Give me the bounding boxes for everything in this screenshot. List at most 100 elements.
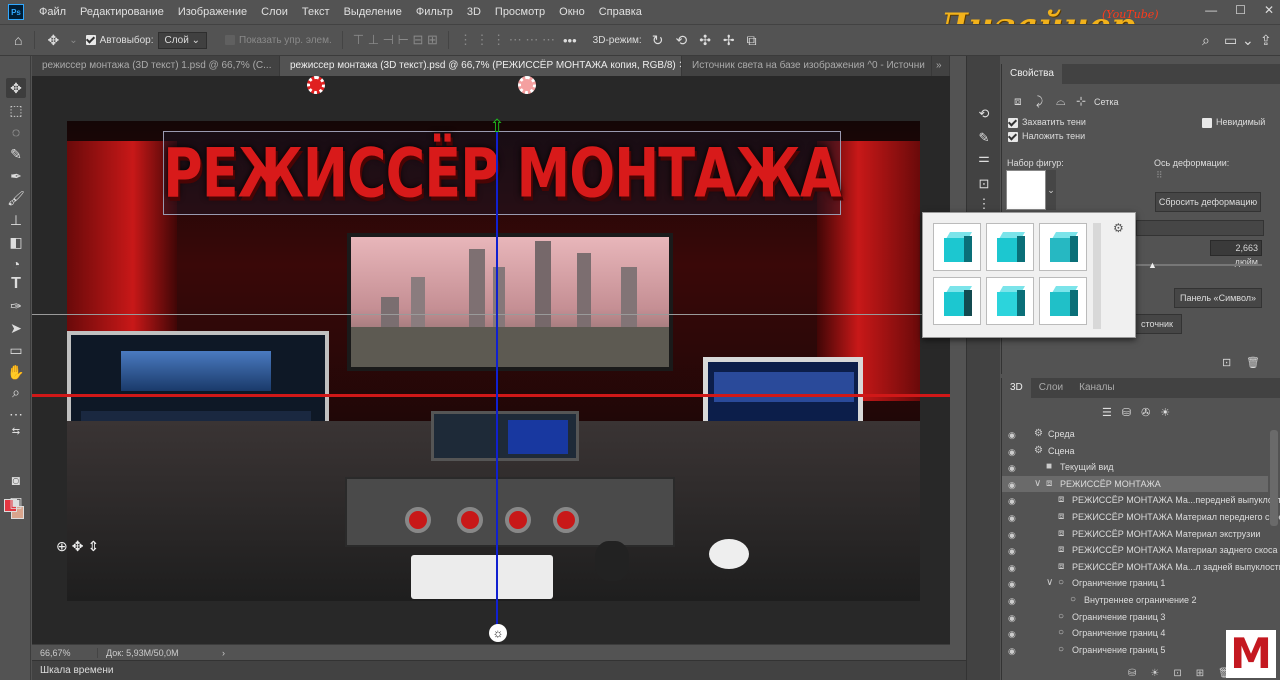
3d-camera-controls-icon[interactable]: ⊕✥⇕ xyxy=(56,538,103,555)
visibility-eye-icon[interactable]: ◉ xyxy=(1008,444,1016,460)
menu-edit[interactable]: Редактирование xyxy=(73,0,171,24)
autoselect-dropdown[interactable]: Слой ⌄ xyxy=(157,31,208,49)
zoom-tool-icon[interactable]: ⌕ xyxy=(6,382,26,402)
scrollbar[interactable] xyxy=(1270,430,1278,526)
minimize-button[interactable]: — xyxy=(1205,3,1217,17)
menu-layers[interactable]: Слои xyxy=(254,0,295,24)
scene-tree-row[interactable]: ◉ ⚙ Сцена xyxy=(1002,443,1268,459)
visibility-eye-icon[interactable]: ◉ xyxy=(1008,527,1016,543)
cast-shadows-checkbox[interactable]: Наложить тени xyxy=(1008,131,1085,142)
visibility-eye-icon[interactable]: ◉ xyxy=(1008,643,1016,659)
brush-icon[interactable]: ✎ xyxy=(976,130,992,146)
adjustments-icon[interactable]: ⚌ xyxy=(976,150,992,166)
show-controls-toggle[interactable]: Показать упр. элем. xyxy=(221,35,336,46)
eyedropper-tool-icon[interactable]: ✒ xyxy=(6,166,26,186)
brush-settings-icon[interactable]: ⋮ xyxy=(976,196,992,212)
search-icon[interactable]: ⌕ xyxy=(1196,32,1216,49)
visibility-eye-icon[interactable]: ◉ xyxy=(1008,610,1016,626)
visibility-eye-icon[interactable]: ◉ xyxy=(1008,543,1016,559)
mesh-icon[interactable]: ⧈ xyxy=(1014,94,1022,109)
maximize-button[interactable]: ☐ xyxy=(1235,3,1246,17)
brush-tool-icon[interactable]: 🖌 xyxy=(6,188,26,208)
tab-document-1[interactable]: режиссер монтажа (3D текст) 1.psd @ 66,7… xyxy=(32,56,280,76)
scene-tree-row[interactable]: ◉ ○ Ограничение границ 3 xyxy=(1002,609,1268,625)
menu-3d[interactable]: 3D xyxy=(460,0,488,24)
stamp-tool-icon[interactable]: ⊥ xyxy=(6,210,26,230)
extrusion-depth-field[interactable]: 2,663 дюйм xyxy=(1210,240,1262,267)
quick-mask-icon[interactable]: ◙ xyxy=(6,470,26,490)
home-icon[interactable]: ⌂ xyxy=(8,32,28,48)
capture-shadows-checkbox[interactable]: Захватить тени xyxy=(1008,117,1086,128)
invisible-checkbox[interactable]: Невидимый xyxy=(1202,117,1265,128)
menu-view[interactable]: Просмотр xyxy=(488,0,552,24)
visibility-eye-icon[interactable]: ◉ xyxy=(1008,510,1016,526)
menu-filter[interactable]: Фильтр xyxy=(409,0,460,24)
light-source-icon[interactable] xyxy=(307,76,325,94)
deform-axis-grid-icon[interactable]: ⠿ xyxy=(1156,170,1163,181)
scene-tree-row[interactable]: ◉ ○ Внутреннее ограничение 2 xyxy=(1002,592,1268,608)
menu-image[interactable]: Изображение xyxy=(171,0,254,24)
drag-3d-icon[interactable]: ✣ xyxy=(693,32,717,49)
shape-preset-item[interactable] xyxy=(933,223,981,271)
tab-3d[interactable]: 3D xyxy=(1002,378,1031,398)
timeline-panel[interactable]: Шкала времени xyxy=(32,660,966,680)
character-panel-button[interactable]: Панель «Символ» xyxy=(1174,288,1262,308)
move-tool-icon[interactable]: ✥ xyxy=(41,32,65,49)
document-artwork[interactable]: РЕЖИССЁР МОНТАЖА xyxy=(67,121,920,601)
shape-preset-item[interactable] xyxy=(986,277,1034,325)
autoselect-toggle[interactable]: Автовыбор: xyxy=(82,35,158,46)
depth-slider-thumb[interactable]: ▲ xyxy=(1148,260,1157,270)
app-logo[interactable]: Ps xyxy=(8,4,24,20)
visibility-eye-icon[interactable]: ◉ xyxy=(1008,560,1016,576)
quick-select-tool-icon[interactable]: ✎ xyxy=(6,144,26,164)
expand-chevron-icon[interactable]: ∨ xyxy=(1046,575,1053,591)
slide-3d-icon[interactable]: ✢ xyxy=(717,32,741,49)
scene-tree-row[interactable]: ◉ ⧈ РЕЖИССЁР МОНТАЖА Материал переднего ск… xyxy=(1002,509,1280,526)
menu-window[interactable]: Окно xyxy=(552,0,592,24)
scene-tree-row[interactable]: ◉ ■ Текущий вид xyxy=(1002,459,1268,475)
scene-tree-row[interactable]: ◉ ⧈ РЕЖИССЁР МОНТАЖА Материал заднего скос… xyxy=(1002,542,1278,559)
visibility-eye-icon[interactable]: ◉ xyxy=(1008,626,1016,642)
path-select-tool-icon[interactable]: ➤ xyxy=(6,318,26,338)
visibility-eye-icon[interactable]: ◉ xyxy=(1008,493,1016,509)
light-source-icon[interactable] xyxy=(518,76,536,94)
distribute-icons[interactable]: ⋮ ⋮ ⋮ ⋯ ⋯ ⋯ xyxy=(455,32,559,48)
shape-preset-swatch[interactable] xyxy=(1006,170,1046,210)
preset-dropdown[interactable] xyxy=(1136,220,1264,236)
menu-help[interactable]: Справка xyxy=(592,0,649,24)
scene-tree-row[interactable]: ◉ ⚙ Среда xyxy=(1002,426,1268,442)
scene-tree-row[interactable]: ◉ ⧈ РЕЖИССЁР МОНТАЖА Ма...передней выпукло… xyxy=(1002,492,1280,509)
scene-tree-row[interactable]: ◉ ⧈ РЕЖИССЁР МОНТАЖА Материал экструзии xyxy=(1002,526,1268,542)
render-icon[interactable]: ⊡ xyxy=(1222,356,1231,369)
shape-preset-item[interactable] xyxy=(933,277,981,325)
screen-mode-icon[interactable]: ▣ xyxy=(6,492,26,512)
type-tool-icon[interactable]: T xyxy=(6,274,26,294)
reset-deform-button[interactable]: Сбросить деформацию xyxy=(1155,192,1261,212)
coordinates-icon[interactable]: ⊹ xyxy=(1076,94,1086,108)
hand-tool-icon[interactable]: ✋ xyxy=(6,362,26,382)
picker-scrollbar[interactable] xyxy=(1093,223,1101,329)
tabs-overflow-button[interactable]: » xyxy=(932,56,950,76)
status-menu-arrow[interactable]: › xyxy=(218,648,229,658)
tab-channels[interactable]: Каналы xyxy=(1071,378,1123,398)
scene-tree-row[interactable]: ◉ ∨ ○ Ограничение границ 1 xyxy=(1002,575,1268,591)
source-button[interactable]: сточник xyxy=(1132,314,1182,334)
tab-document-3[interactable]: Источник света на базе изображения ^0 - … xyxy=(682,56,932,76)
orbit-3d-icon[interactable]: ↻ xyxy=(646,32,670,49)
dodge-tool-icon[interactable]: ◔ xyxy=(6,254,26,274)
clone-source-icon[interactable]: ⊡ xyxy=(976,176,992,192)
y-axis-arrow-icon[interactable]: ⇧ xyxy=(488,116,506,146)
roll-3d-icon[interactable]: ⟲ xyxy=(669,32,693,49)
expand-chevron-icon[interactable]: ∨ xyxy=(1034,476,1041,492)
scale-3d-icon[interactable]: ⧉ xyxy=(741,32,763,49)
history-icon[interactable]: ⟲ xyxy=(976,106,992,122)
deform-icon[interactable]: ⤸ xyxy=(1036,94,1043,109)
shape-preset-item[interactable] xyxy=(1039,277,1087,325)
marquee-tool-icon[interactable]: ⬚ xyxy=(6,100,26,120)
close-button[interactable]: ✕ xyxy=(1264,3,1274,17)
pen-tool-icon[interactable]: ✑ xyxy=(6,296,26,316)
visibility-eye-icon[interactable]: ◉ xyxy=(1008,477,1016,493)
rectangle-tool-icon[interactable]: ▭ xyxy=(6,340,26,360)
canvas-area[interactable]: РЕЖИССЁР МОНТАЖА ⇧ ☼ ⊕✥⇕ xyxy=(32,76,950,644)
move-tool-icon[interactable]: ✥ xyxy=(6,78,26,98)
